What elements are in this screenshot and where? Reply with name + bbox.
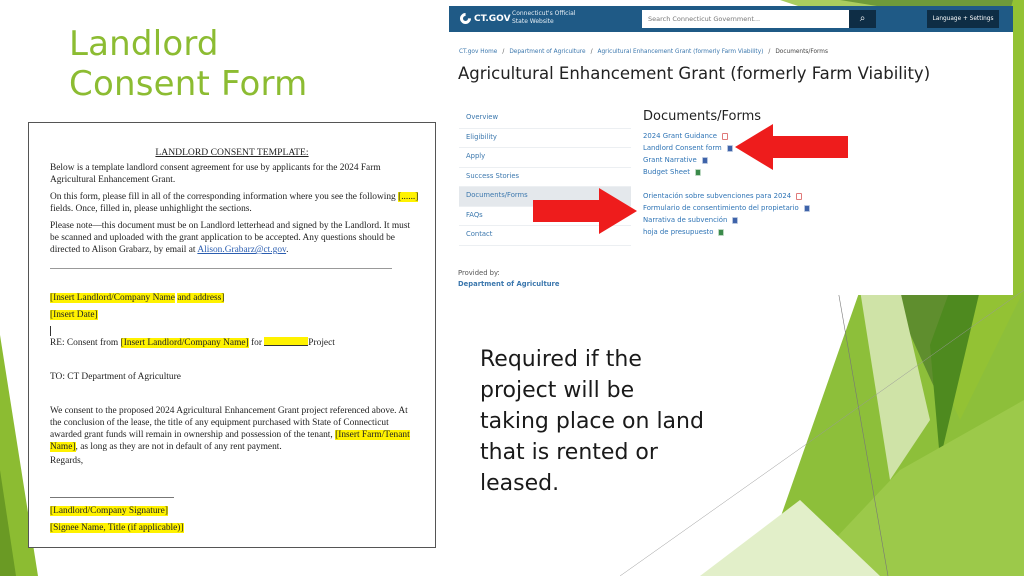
- document-link-label[interactable]: Formulario de consentimiento del propiet…: [643, 204, 799, 212]
- red-arrow-right: [533, 188, 637, 234]
- consent-end: , as long as they are not in default of …: [75, 442, 282, 452]
- to-line: TO: CT Department of Agriculture: [50, 372, 181, 382]
- document-link[interactable]: hoja de presupuesto: [643, 226, 1003, 238]
- re-line: RE: Consent from [Insert Landlord/Compan…: [50, 337, 420, 349]
- document-link-label[interactable]: Budget Sheet: [643, 168, 690, 176]
- slide-title-line-2: Consent Form: [69, 64, 308, 104]
- language-settings-button[interactable]: Language + Settings: [927, 10, 999, 28]
- date-field: [Insert Date]: [50, 310, 98, 320]
- document-intro: Below is a template landlord consent agr…: [50, 163, 381, 185]
- callout-text: Required if the project will be taking p…: [480, 347, 704, 496]
- word-file-icon: [803, 204, 810, 212]
- provided-by-link[interactable]: Department of Agriculture: [458, 280, 560, 288]
- slide-title: Landlord Consent Form: [69, 24, 307, 104]
- signature-line-label: [Landlord/Company Signature]: [50, 505, 420, 517]
- breadcrumb-current: Documents/Forms: [775, 49, 828, 55]
- document-link-label[interactable]: Grant Narrative: [643, 156, 697, 164]
- document-link-label[interactable]: hoja de presupuesto: [643, 228, 713, 236]
- word-file-icon: [701, 156, 708, 164]
- signature-line: [50, 497, 174, 498]
- address-field: and address]: [177, 293, 225, 303]
- excel-file-icon: [694, 168, 701, 176]
- documents-section-title: Documents/Forms: [643, 109, 762, 124]
- document-link[interactable]: Formulario de consentimiento del propiet…: [643, 202, 1003, 214]
- document-link-label[interactable]: Narrativa de subvención: [643, 216, 727, 224]
- signature-field: [Landlord/Company Signature]: [50, 506, 168, 516]
- signee-line: [Signee Name, Title (if applicable)]: [50, 522, 420, 534]
- breadcrumb-link[interactable]: Department of Agriculture: [509, 49, 585, 55]
- breadcrumb-separator: /: [590, 49, 593, 55]
- landlord-consent-document: LANDLORD CONSENT TEMPLATE: Below is a te…: [28, 122, 436, 548]
- document-link-label[interactable]: Orientación sobre subvenciones para 2024: [643, 192, 791, 200]
- re-landlord-field: [Insert Landlord/Company Name]: [120, 338, 249, 348]
- search-input[interactable]: [642, 10, 850, 28]
- search-icon: ⌕: [859, 13, 866, 24]
- document-link[interactable]: Narrativa de subvención: [643, 214, 1003, 226]
- divider: [50, 268, 392, 269]
- fill-instructions-prefix: On this form, please fill in all of the …: [50, 192, 396, 202]
- re-for: for: [248, 338, 265, 348]
- landlord-name-address-field: [Insert Landlord/Company Name and addres…: [50, 292, 420, 304]
- document-note: Please note—this document must be on Lan…: [50, 220, 420, 256]
- nav-item-eligibility[interactable]: Eligibility: [459, 129, 631, 148]
- text-cursor: [50, 326, 51, 336]
- breadcrumb: CT.gov Home / Department of Agriculture / Ag…: [459, 49, 828, 55]
- document-link-label[interactable]: Landlord Consent form: [643, 144, 722, 152]
- breadcrumb-link[interactable]: Agricultural Enhancement Grant (formerly…: [598, 49, 764, 55]
- tagline-line-2: State Website: [512, 18, 554, 25]
- project-blank-field: [264, 337, 309, 346]
- breadcrumb-link[interactable]: CT.gov Home: [459, 49, 497, 55]
- site-header: CT.GOV Connecticut's Official State Webs…: [449, 6, 1013, 32]
- excel-file-icon: [718, 228, 725, 236]
- search-button[interactable]: ⌕: [849, 10, 876, 28]
- pdf-file-icon: [722, 132, 728, 140]
- consent-paragraph: We consent to the proposed 2024 Agricult…: [50, 405, 420, 453]
- word-file-icon: [732, 216, 739, 224]
- note-end: .: [286, 245, 289, 255]
- documents-list-spanish: Orientación sobre subvenciones para 2024…: [643, 190, 1003, 238]
- date-line: [Insert Date]: [50, 309, 420, 321]
- logo-text: CT.GOV: [474, 13, 511, 24]
- ct-gov-webpage: CT.GOV Connecticut's Official State Webs…: [449, 6, 1013, 295]
- re-prefix: RE: Consent from: [50, 338, 121, 348]
- ct-logo-icon: [457, 10, 474, 27]
- nav-item-success-stories[interactable]: Success Stories: [459, 168, 631, 187]
- pdf-file-icon: [796, 192, 803, 200]
- fill-marker: [......]: [398, 192, 419, 202]
- landlord-name-field: [Insert Landlord/Company Name: [50, 293, 175, 303]
- document-fill-instructions: On this form, please fill in all of the …: [50, 191, 420, 215]
- contact-email-link[interactable]: Alison.Grabarz@ct.gov: [197, 245, 286, 255]
- re-suffix: Project: [308, 338, 335, 348]
- provided-by-label: Provided by:: [458, 269, 500, 277]
- signee-field: [Signee Name, Title (if applicable)]: [50, 523, 184, 533]
- ct-gov-logo[interactable]: CT.GOV: [457, 10, 511, 27]
- word-file-icon: [726, 144, 733, 152]
- tagline-line-1: Connecticut's Official: [512, 10, 576, 17]
- nav-item-overview[interactable]: Overview: [459, 109, 631, 129]
- regards: Regards,: [50, 456, 84, 466]
- breadcrumb-separator: /: [502, 49, 505, 55]
- document-heading: LANDLORD CONSENT TEMPLATE:: [155, 147, 309, 158]
- logo-tagline: Connecticut's Official State Website: [512, 10, 575, 26]
- document-link-label[interactable]: 2024 Grant Guidance: [643, 132, 717, 140]
- breadcrumb-separator: /: [768, 49, 771, 55]
- page-title: Agricultural Enhancement Grant (formerly…: [458, 64, 931, 83]
- nav-item-apply[interactable]: Apply: [459, 148, 631, 168]
- document-link[interactable]: Orientación sobre subvenciones para 2024: [643, 190, 1003, 202]
- red-arrow-left: [735, 124, 848, 170]
- slide-title-line-1: Landlord: [69, 24, 219, 64]
- fill-instructions-suffix: fields. Once, filled in, please unhighli…: [50, 204, 252, 214]
